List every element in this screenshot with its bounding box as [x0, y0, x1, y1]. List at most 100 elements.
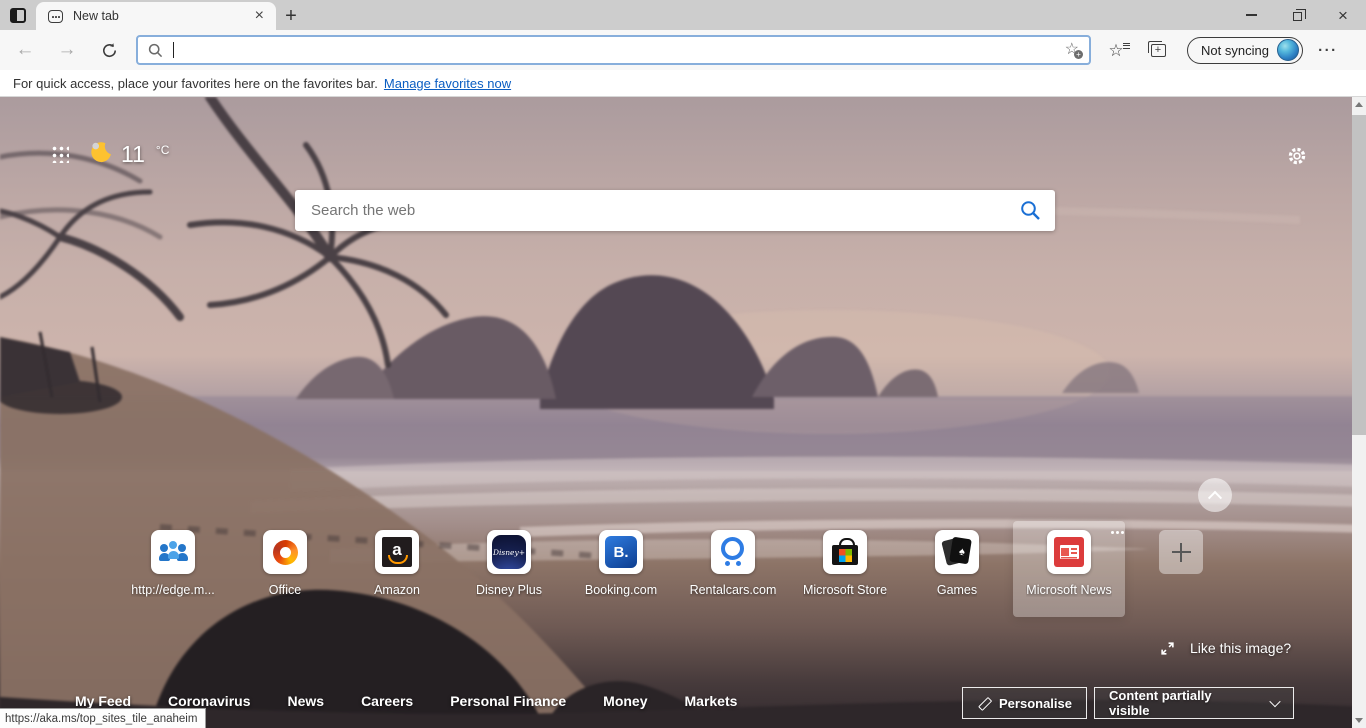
weather-widget[interactable]: 11 °C: [90, 141, 169, 167]
new-tab-favicon-icon: [48, 10, 63, 23]
scrollbar-down-icon[interactable]: [1355, 718, 1363, 723]
restore-icon: [1293, 12, 1302, 21]
profile-button[interactable]: Not syncing: [1187, 37, 1303, 64]
moon-cloud-icon: [90, 141, 112, 163]
top-site-tile[interactable]: http://edge.m...: [117, 521, 229, 617]
back-button[interactable]: ←: [8, 33, 42, 67]
like-image-prompt[interactable]: Like this image?: [1190, 640, 1291, 656]
sync-status-label: Not syncing: [1201, 43, 1269, 58]
close-button[interactable]: ×: [1320, 0, 1366, 30]
chevron-down-icon: [1269, 696, 1280, 707]
personalise-button[interactable]: Personalise: [962, 687, 1087, 719]
tab-close-icon[interactable]: ×: [251, 8, 268, 24]
pencil-icon: [977, 697, 990, 710]
title-bar: New tab × + ×: [0, 0, 1366, 30]
scroll-to-top-button[interactable]: [1198, 478, 1232, 512]
page-settings-button[interactable]: [1284, 143, 1310, 169]
refresh-icon: [101, 42, 118, 59]
tile-label: Microsoft Store: [803, 583, 887, 597]
manage-favorites-link[interactable]: Manage favorites now: [384, 76, 511, 91]
status-url: https://aka.ms/top_sites_tile_anaheim: [5, 713, 197, 725]
feed-nav-item[interactable]: Markets: [685, 693, 738, 718]
browser-toolbar: ← → ☆+ ☆ + Not syncing ···: [0, 30, 1366, 70]
site-icon: Disney+: [487, 530, 531, 574]
status-bar: https://aka.ms/top_sites_tile_anaheim: [0, 708, 206, 728]
scrollbar-up-icon[interactable]: [1355, 102, 1363, 107]
site-icon: a: [375, 530, 419, 574]
site-icon: ♠: [935, 530, 979, 574]
feed-nav-item[interactable]: Personal Finance: [450, 693, 566, 718]
forward-button[interactable]: →: [50, 33, 84, 67]
tab-new-tab[interactable]: New tab ×: [36, 2, 276, 30]
top-site-tile[interactable]: Disney+ Disney Plus: [453, 521, 565, 617]
top-site-tile[interactable]: a Amazon: [341, 521, 453, 617]
avatar: [1277, 39, 1299, 61]
chevron-up-icon: [1208, 491, 1222, 505]
plus-icon: [1159, 530, 1203, 574]
add-site-button[interactable]: [1125, 521, 1237, 574]
feed-nav-item[interactable]: News: [287, 693, 324, 718]
expand-image-icon[interactable]: [1160, 641, 1175, 656]
tile-label: Disney Plus: [476, 583, 542, 597]
tile-label: Microsoft News: [1026, 583, 1111, 597]
top-site-tile[interactable]: Rentalcars.com: [677, 521, 789, 617]
minimize-icon: [1246, 14, 1257, 16]
search-icon: [148, 43, 163, 58]
page-scrollbar[interactable]: [1352, 97, 1366, 728]
site-icon: [151, 530, 195, 574]
tab-actions-button[interactable]: [0, 0, 36, 30]
maximize-button[interactable]: [1274, 0, 1320, 30]
tile-label: Rentalcars.com: [690, 583, 777, 597]
site-icon: [263, 530, 307, 574]
top-site-tile[interactable]: ♠ Games: [901, 521, 1013, 617]
add-favorite-button[interactable]: ☆+: [1065, 42, 1079, 58]
tile-label: Games: [937, 583, 977, 597]
tile-label: Office: [269, 583, 301, 597]
settings-menu-button[interactable]: ···: [1311, 33, 1345, 67]
image-feedback[interactable]: Like this image?: [1160, 640, 1291, 656]
content-visibility-dropdown[interactable]: Content partially visible: [1094, 687, 1294, 719]
top-sites: http://edge.m... Office a Amazon Disney+: [117, 521, 1125, 617]
content-toggle-label: Content partially visible: [1109, 688, 1254, 718]
address-bar[interactable]: ☆+: [136, 35, 1091, 65]
add-favorite-plus-icon: +: [1074, 50, 1083, 59]
collections-icon: +: [1151, 44, 1166, 57]
tile-options-icon[interactable]: [1111, 531, 1114, 534]
scrollbar-thumb[interactable]: [1352, 115, 1366, 435]
web-search-box[interactable]: [295, 190, 1055, 231]
site-icon: [823, 530, 867, 574]
tile-label: Amazon: [374, 583, 420, 597]
apps-launcher-icon[interactable]: [52, 146, 69, 163]
site-icon: B.: [599, 530, 643, 574]
temperature-value: 11: [121, 141, 145, 167]
favorites-button[interactable]: ☆: [1099, 33, 1133, 67]
top-site-tile[interactable]: B. Booking.com: [565, 521, 677, 617]
top-site-tile[interactable]: Microsoft News: [1013, 521, 1125, 617]
tile-label: Booking.com: [585, 583, 657, 597]
site-icon: [711, 530, 755, 574]
favorites-bar-notice: For quick access, place your favorites h…: [0, 70, 1366, 97]
tab-actions-icon: [10, 8, 26, 23]
minimize-button[interactable]: [1228, 0, 1274, 30]
personalise-label: Personalise: [999, 696, 1072, 711]
new-tab-page: 11 °C http://edge.m...: [0, 97, 1366, 728]
tile-label: http://edge.m...: [131, 583, 214, 597]
text-cursor: [173, 42, 174, 58]
search-input[interactable]: [311, 202, 1020, 219]
new-tab-button[interactable]: +: [276, 2, 306, 30]
site-icon: [1047, 530, 1091, 574]
feed-nav-item[interactable]: Money: [603, 693, 647, 718]
collections-button[interactable]: +: [1141, 33, 1175, 67]
top-site-tile[interactable]: Office: [229, 521, 341, 617]
ellipsis-icon: ···: [1318, 42, 1338, 59]
notice-text: For quick access, place your favorites h…: [13, 76, 378, 91]
refresh-button[interactable]: [92, 33, 126, 67]
favorites-star-icon: ☆: [1108, 42, 1123, 59]
gear-icon: [1286, 145, 1308, 167]
top-site-tile[interactable]: Microsoft Store: [789, 521, 901, 617]
close-icon: ×: [1338, 7, 1348, 24]
tab-title: New tab: [73, 9, 251, 23]
feed-nav-item[interactable]: Careers: [361, 693, 413, 718]
search-submit-icon[interactable]: [1020, 200, 1041, 221]
temperature-unit: °C: [156, 143, 169, 157]
